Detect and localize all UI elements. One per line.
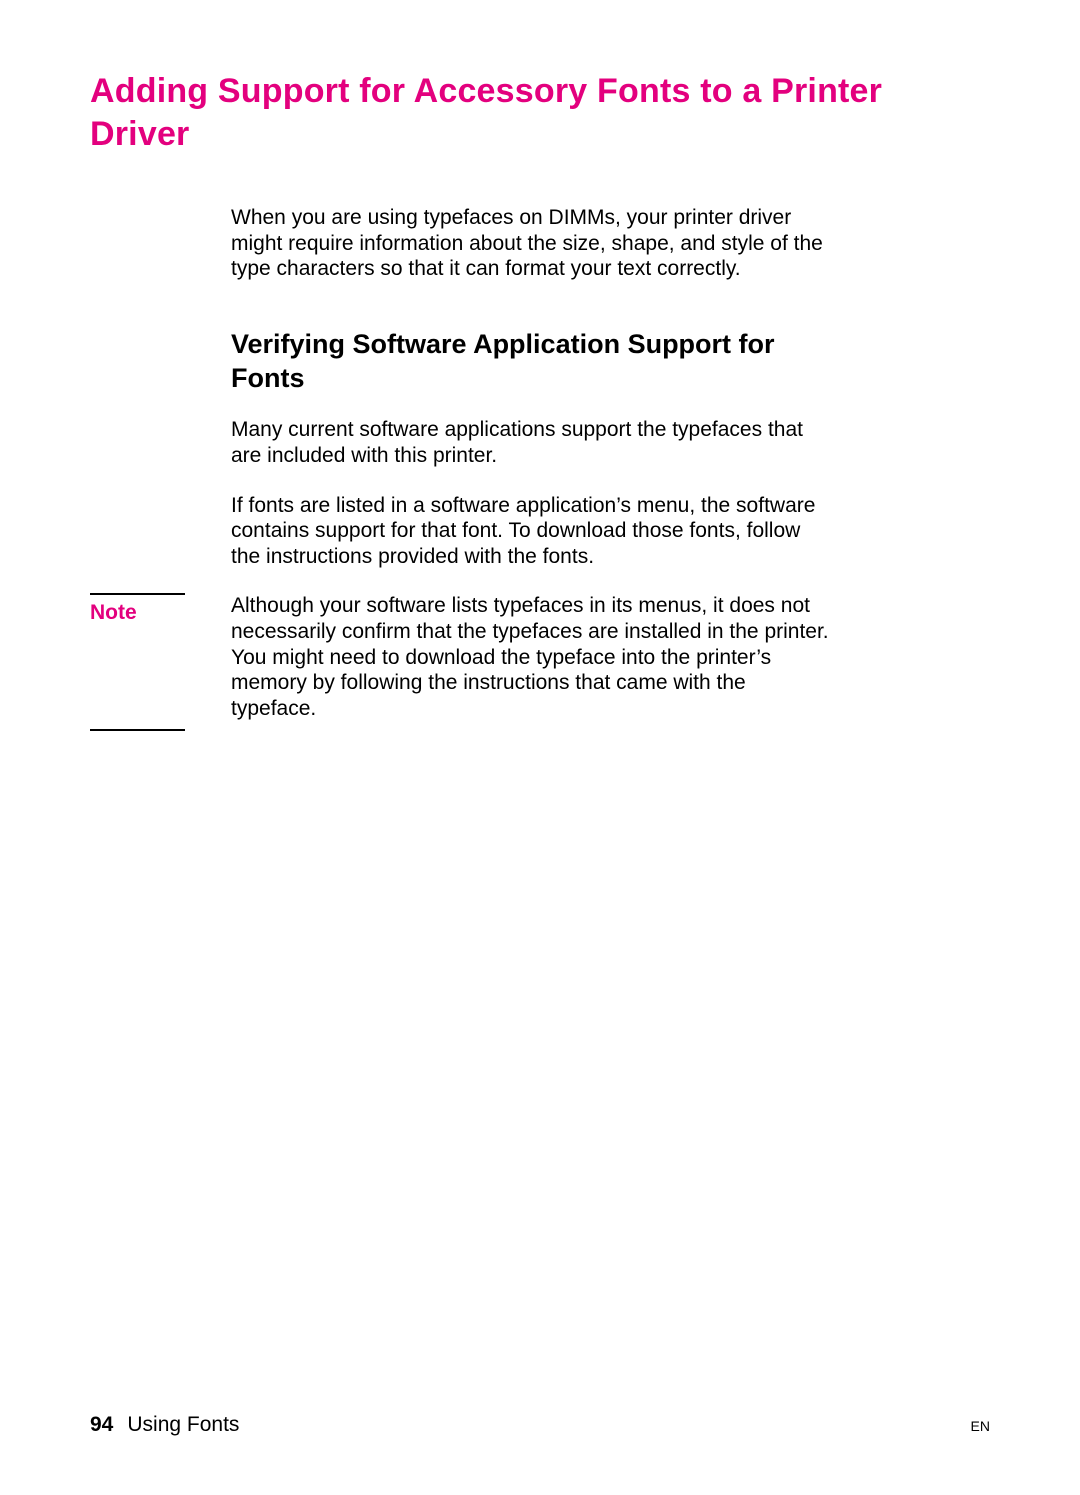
- body-column: When you are using typefaces on DIMMs, y…: [231, 205, 831, 569]
- footer-left: 94 Using Fonts: [90, 1413, 239, 1437]
- footer-section: Using Fonts: [127, 1413, 239, 1437]
- page-number: 94: [90, 1413, 113, 1437]
- body-paragraph: Many current software applications suppo…: [231, 417, 831, 468]
- document-page: Adding Support for Accessory Fonts to a …: [0, 0, 1080, 1495]
- note-label: Note: [90, 601, 137, 624]
- body-paragraph: If fonts are listed in a software applic…: [231, 493, 831, 570]
- intro-paragraph: When you are using typefaces on DIMMs, y…: [231, 205, 831, 282]
- note-bottom-rule: [90, 729, 185, 731]
- note-left-column: Note: [90, 593, 231, 625]
- page-footer: 94 Using Fonts EN: [90, 1413, 990, 1437]
- section-heading: Verifying Software Application Support f…: [231, 328, 831, 396]
- page-heading: Adding Support for Accessory Fonts to a …: [90, 70, 990, 155]
- footer-language: EN: [971, 1418, 990, 1434]
- note-block: Note Although your software lists typefa…: [90, 593, 990, 731]
- note-text: Although your software lists typefaces i…: [231, 593, 831, 721]
